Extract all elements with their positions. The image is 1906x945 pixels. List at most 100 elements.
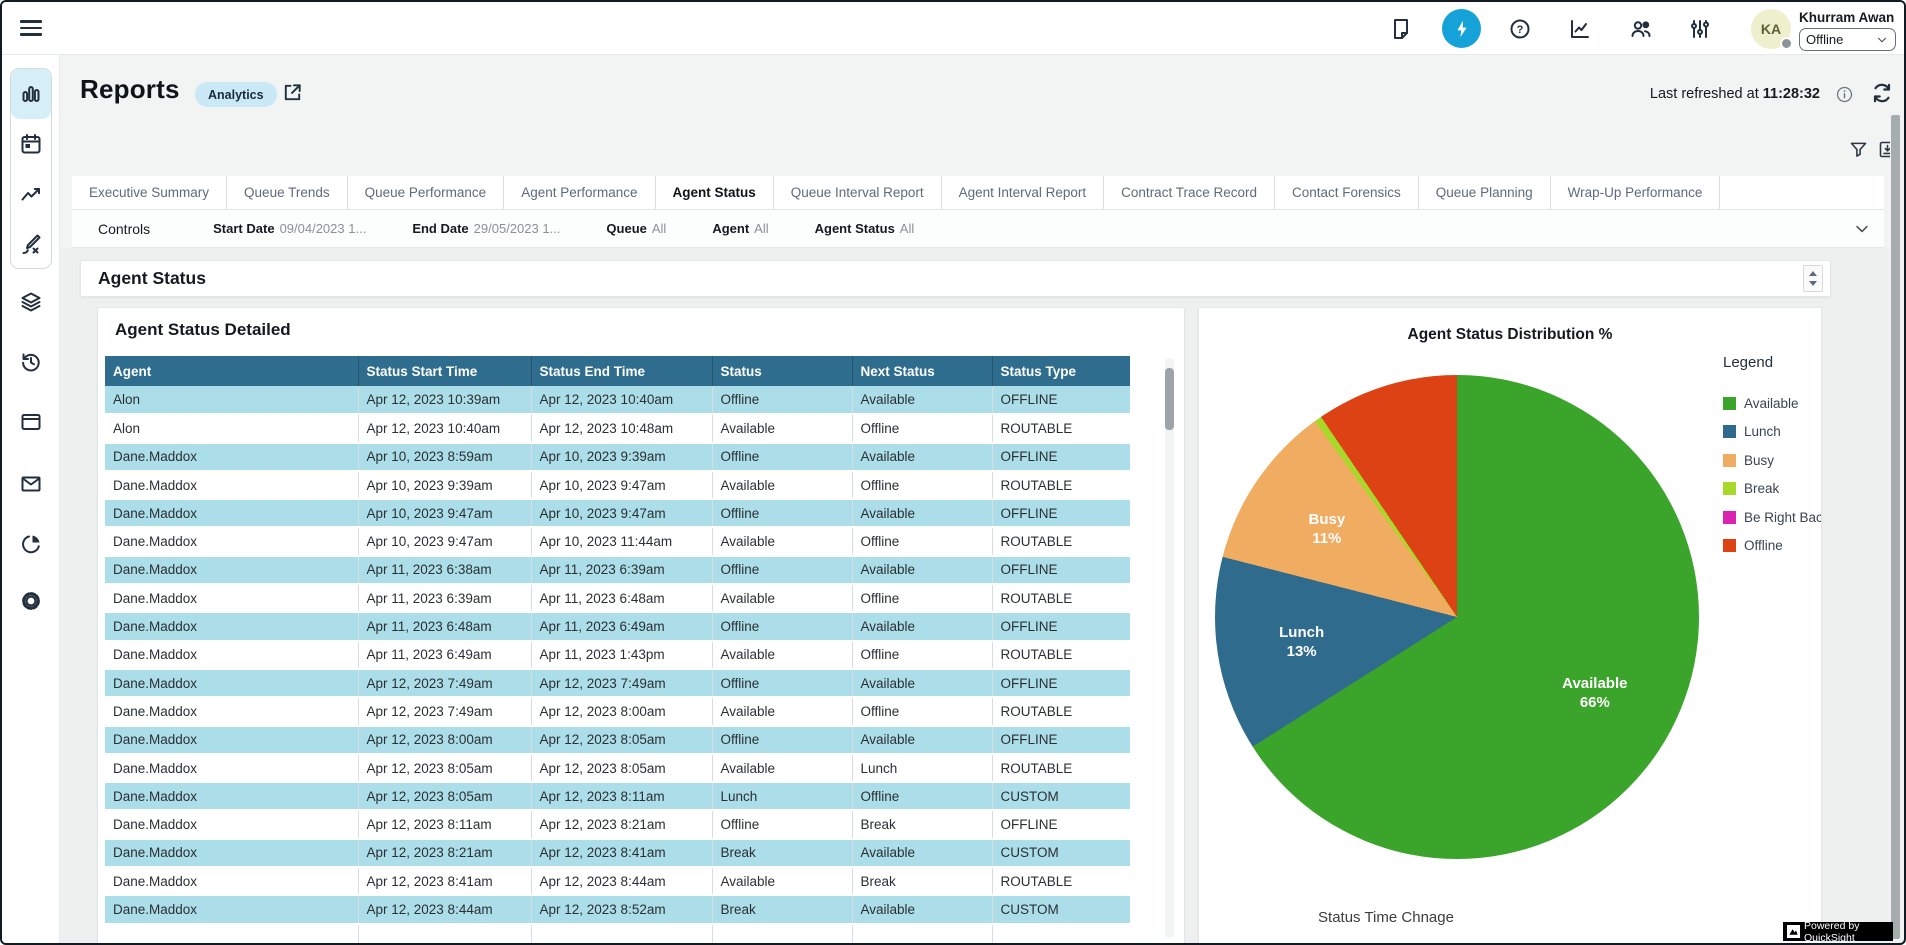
table-row[interactable]: Dane.MaddoxApr 10, 2023 9:39amApr 10, 20…: [105, 471, 1130, 499]
legend-item-lunch[interactable]: Lunch: [1723, 422, 1822, 442]
table-row[interactable]: Dane.MaddoxApr 10, 2023 9:47amApr 10, 20…: [105, 527, 1130, 555]
pie-chart-icon[interactable]: [19, 532, 43, 556]
column-header-status-start-time[interactable]: Status Start Time: [358, 356, 531, 386]
refresh-icon[interactable]: [1870, 81, 1894, 105]
sidebar-item-trends[interactable]: [11, 169, 51, 219]
preferences-icon[interactable]: [1688, 17, 1712, 41]
mail-icon[interactable]: [19, 472, 43, 496]
controls-expand-chevron-icon[interactable]: [1852, 219, 1872, 239]
control-filter-queue[interactable]: QueueAll: [606, 221, 666, 236]
history-icon[interactable]: [19, 350, 43, 374]
caret-up-icon[interactable]: [1809, 271, 1817, 276]
legend-item-busy[interactable]: Busy: [1723, 450, 1822, 470]
table-row[interactable]: Dane.MaddoxApr 12, 2023 8:00amApr 12, 20…: [105, 726, 1130, 754]
table-row[interactable]: AlonApr 12, 2023 10:39amApr 12, 2023 10:…: [105, 386, 1130, 414]
legend-item-available[interactable]: Available: [1723, 393, 1822, 413]
table-row[interactable]: Dane.MaddoxApr 10, 2023 9:47amApr 10, 20…: [105, 499, 1130, 527]
tab-agent-performance[interactable]: Agent Performance: [504, 176, 655, 209]
agent-status-table: AgentStatus Start TimeStatus End TimeSta…: [105, 356, 1130, 945]
table-row[interactable]: Dane.MaddoxApr 11, 2023 6:38amApr 11, 20…: [105, 556, 1130, 584]
sidebar-item-design[interactable]: [11, 219, 51, 269]
table-row-partial: [105, 924, 1130, 945]
table-row[interactable]: Dane.MaddoxApr 12, 2023 7:49amApr 12, 20…: [105, 697, 1130, 725]
tab-executive-summary[interactable]: Executive Summary: [72, 176, 227, 209]
info-icon[interactable]: [1835, 85, 1854, 104]
metrics-icon[interactable]: [1568, 17, 1592, 41]
avatar[interactable]: KA: [1751, 9, 1791, 49]
table-row[interactable]: Dane.MaddoxApr 12, 2023 8:05amApr 12, 20…: [105, 782, 1130, 810]
page-scrollbar-thumb[interactable]: [1891, 115, 1900, 939]
control-filter-agent-status[interactable]: Agent StatusAll: [815, 221, 915, 236]
note-icon[interactable]: [1389, 17, 1413, 41]
column-header-agent[interactable]: Agent: [105, 356, 358, 386]
table-row[interactable]: Dane.MaddoxApr 10, 2023 8:59amApr 10, 20…: [105, 443, 1130, 471]
column-header-next-status[interactable]: Next Status: [852, 356, 992, 386]
tab-queue-performance[interactable]: Queue Performance: [348, 176, 505, 209]
sidebar-item-dashboards[interactable]: [11, 69, 51, 119]
table-row[interactable]: Dane.MaddoxApr 12, 2023 8:05amApr 12, 20…: [105, 754, 1130, 782]
dashboard-sheet: Agent Status Agent Status Detailed Agent…: [60, 248, 1890, 945]
insights-bolt-button[interactable]: [1442, 9, 1481, 48]
table-row[interactable]: Dane.MaddoxApr 11, 2023 6:48amApr 11, 20…: [105, 612, 1130, 640]
table-row[interactable]: Dane.MaddoxApr 12, 2023 7:49amApr 12, 20…: [105, 669, 1130, 697]
legend-swatch: [1723, 511, 1736, 524]
table-scrollbar-thumb[interactable]: [1165, 368, 1174, 430]
calendar-icon: [19, 132, 43, 156]
table-row[interactable]: Dane.MaddoxApr 12, 2023 8:21amApr 12, 20…: [105, 839, 1130, 867]
table-row[interactable]: Dane.MaddoxApr 11, 2023 6:49amApr 11, 20…: [105, 641, 1130, 669]
edit-brush-icon: [19, 232, 43, 256]
report-tabs: Executive SummaryQueue TrendsQueue Perfo…: [72, 176, 1884, 210]
tab-wrap-up-performance[interactable]: Wrap-Up Performance: [1551, 176, 1721, 209]
tab-agent-status[interactable]: Agent Status: [656, 176, 774, 209]
tab-contact-forensics[interactable]: Contact Forensics: [1275, 176, 1419, 209]
legend-swatch: [1723, 397, 1736, 410]
tab-agent-interval-report[interactable]: Agent Interval Report: [942, 176, 1105, 209]
table-row[interactable]: Dane.MaddoxApr 12, 2023 8:41amApr 12, 20…: [105, 867, 1130, 895]
pie-chart-title: Agent Status Distribution %: [1199, 326, 1821, 344]
quicksight-logo-icon: [1787, 925, 1800, 938]
agent-status-select[interactable]: Offline: [1799, 28, 1896, 51]
column-header-status[interactable]: Status: [712, 356, 852, 386]
legend-item-offline[interactable]: Offline: [1723, 536, 1822, 556]
table-row[interactable]: Dane.MaddoxApr 12, 2023 8:11amApr 12, 20…: [105, 810, 1130, 838]
legend-item-be-right-back[interactable]: Be Right Back: [1723, 507, 1822, 527]
table-scrollbar-track[interactable]: [1165, 358, 1174, 938]
chevron-down-icon: [1875, 33, 1889, 47]
powered-by-text: Powered by QuickSight: [1804, 920, 1889, 944]
table-row[interactable]: AlonApr 12, 2023 10:40amApr 12, 2023 10:…: [105, 414, 1130, 442]
section-stepper[interactable]: [1803, 265, 1823, 292]
legend-item-break[interactable]: Break: [1723, 479, 1822, 499]
gear-icon[interactable]: [19, 589, 43, 613]
help-icon[interactable]: ?: [1508, 17, 1532, 41]
line-chart-icon: [19, 182, 43, 206]
caret-down-icon[interactable]: [1809, 281, 1817, 286]
insights-bolt-icon: [1451, 18, 1473, 40]
filter-icon[interactable]: [1848, 139, 1869, 160]
pie-label-available: Available66%: [1562, 674, 1627, 712]
last-refreshed: Last refreshed at 11:28:32: [1650, 86, 1820, 102]
table-body: AlonApr 12, 2023 10:39amApr 12, 2023 10:…: [105, 386, 1130, 945]
hamburger-menu-icon[interactable]: [20, 18, 42, 38]
table-title: Agent Status Detailed: [115, 320, 291, 340]
table-row[interactable]: Dane.MaddoxApr 11, 2023 6:39amApr 11, 20…: [105, 584, 1130, 612]
users-icon[interactable]: [1629, 17, 1653, 41]
sidebar-item-schedule[interactable]: [11, 119, 51, 169]
column-header-status-type[interactable]: Status Type: [992, 356, 1130, 386]
tab-queue-interval-report[interactable]: Queue Interval Report: [774, 176, 942, 209]
agent-status-pie-chart[interactable]: Available66%Lunch13%Busy11%: [1215, 375, 1699, 859]
window-icon[interactable]: [19, 410, 43, 434]
tab-queue-trends[interactable]: Queue Trends: [227, 176, 348, 209]
control-filter-agent[interactable]: AgentAll: [712, 221, 768, 236]
agent-status-select-value: Offline: [1806, 32, 1843, 47]
tab-contract-trace-record[interactable]: Contract Trace Record: [1104, 176, 1275, 209]
tab-queue-planning[interactable]: Queue Planning: [1419, 176, 1551, 209]
last-refreshed-time: 11:28:32: [1763, 86, 1820, 102]
control-filter-end-date[interactable]: End Date29/05/2023 1...: [412, 221, 560, 236]
next-visual-title: Status Time Chnage: [1286, 909, 1486, 926]
column-header-status-end-time[interactable]: Status End Time: [531, 356, 712, 386]
user-name: Khurram Awan: [1799, 10, 1894, 25]
open-external-icon[interactable]: [281, 81, 304, 104]
table-row[interactable]: Dane.MaddoxApr 12, 2023 8:44amApr 12, 20…: [105, 895, 1130, 923]
layers-icon[interactable]: [19, 290, 43, 314]
control-filter-start-date[interactable]: Start Date09/04/2023 1...: [213, 221, 366, 236]
